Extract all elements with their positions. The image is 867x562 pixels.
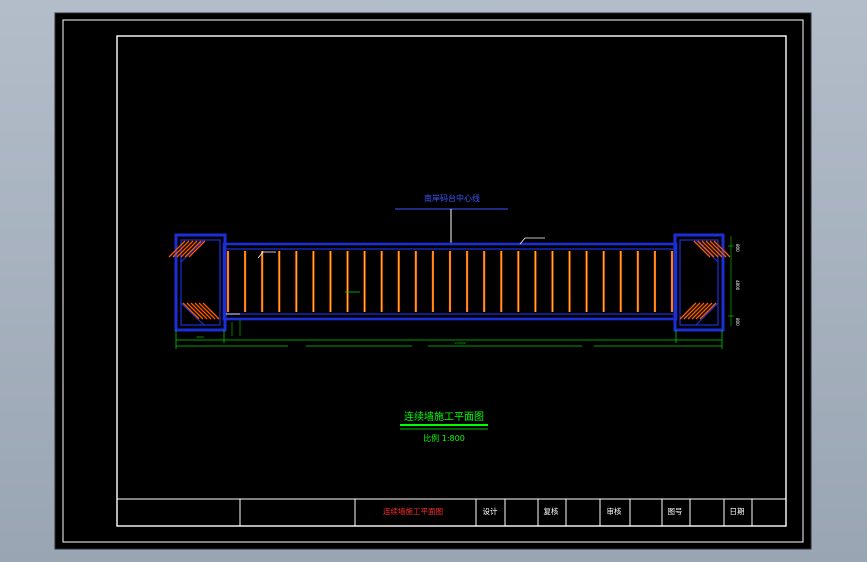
dim-total: 125000: [454, 341, 466, 345]
side-dim-mid: 4800: [735, 280, 740, 291]
side-dim-top: 800: [735, 244, 740, 252]
dim-left: 3000: [196, 335, 204, 339]
axis-label: 南岸码台中心线: [424, 193, 480, 203]
title-block-drawing-no: 图号: [668, 507, 683, 516]
title-block-name: 连续墙施工平面图: [383, 506, 443, 516]
title-block-date: 日期: [730, 507, 745, 516]
title-block-design: 设计: [483, 506, 498, 516]
scale-text: 比例 1:800: [423, 433, 465, 443]
side-dim-bottom: 800: [735, 318, 740, 326]
title-block-review: 审核: [607, 506, 622, 516]
title-block-check: 复核: [544, 506, 559, 516]
drawing-title: 连续墙施工平面图: [404, 410, 484, 423]
